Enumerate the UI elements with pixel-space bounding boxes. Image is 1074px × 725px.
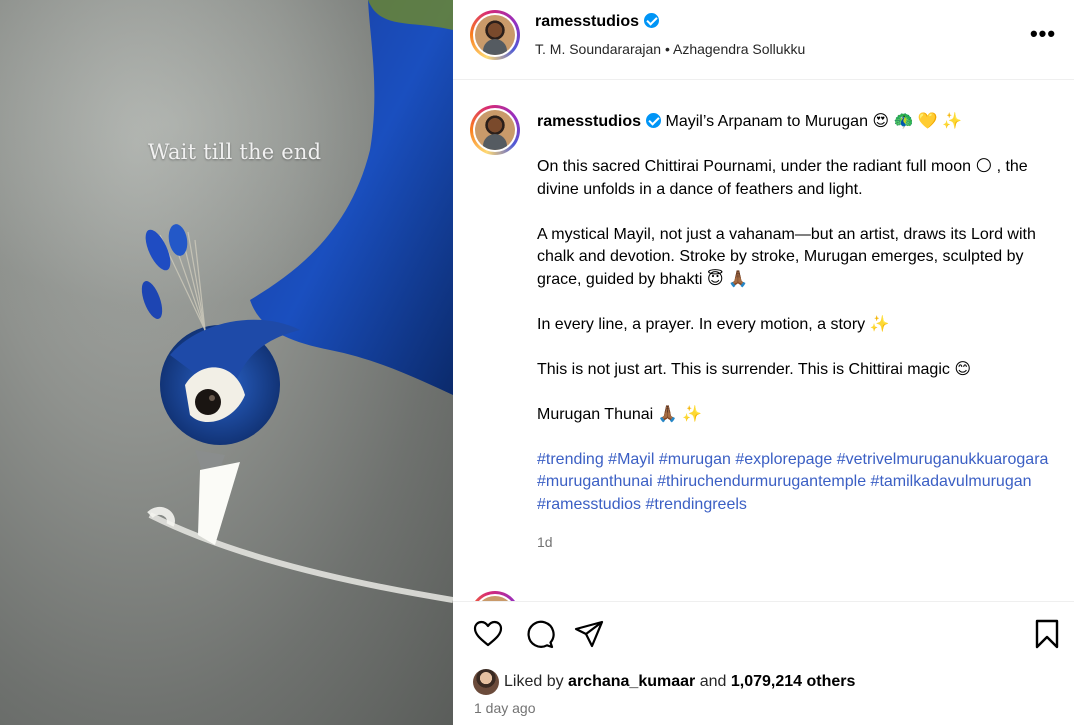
likes-count[interactable]: 1,079,214 others — [731, 673, 856, 690]
post-caption: ramesstudios Mayil’s Arpanam to Murugan … — [537, 111, 1057, 553]
hashtag-links[interactable]: #trending #Mayil #murugan #explorepage #… — [537, 451, 1048, 513]
author-username-row: ramesstudios — [535, 13, 660, 31]
author-avatar[interactable] — [470, 10, 520, 60]
next-comment-preview — [470, 591, 1070, 601]
audio-attribution[interactable]: T. M. Soundararajan • Azhagendra Sollukk… — [535, 41, 805, 57]
caption-paragraph: A mystical Mayil, not just a vahanam—but… — [537, 225, 1036, 288]
comment-icon[interactable] — [523, 618, 555, 650]
bookmark-icon[interactable] — [1031, 618, 1063, 650]
caption-paragraph: In every line, a prayer. In every motion… — [537, 315, 890, 333]
post-date[interactable]: 1 day ago — [474, 700, 536, 716]
caption-hashtags[interactable]: #trending #Mayil #murugan #explorepage #… — [537, 449, 1057, 517]
liker-username[interactable]: archana_kumaar — [568, 673, 695, 690]
caption-paragraph: Murugan Thunai 🙏🏾 ✨ — [537, 405, 702, 423]
verified-icon — [644, 13, 660, 28]
share-icon[interactable] — [573, 618, 605, 650]
caption-paragraph: This is not just art. This is surrender.… — [537, 360, 971, 378]
likes-and: and — [699, 673, 727, 690]
post-media[interactable]: Wait till the end — [0, 0, 453, 725]
peacock-illustration — [141, 0, 453, 603]
caption-relative-time: 1d — [537, 533, 553, 550]
post-header: ramesstudios T. M. Soundararajan • Azhag… — [453, 0, 1074, 80]
caption-username[interactable]: ramesstudios — [537, 113, 641, 130]
commenter-avatar[interactable] — [470, 591, 520, 601]
post-actions: Liked by archana_kumaar and 1,079,214 ot… — [453, 601, 1074, 725]
caption-paragraph: On this sacred Chittirai Pournami, under… — [537, 158, 1028, 198]
likes-prefix: Liked by — [504, 673, 564, 690]
heart-icon[interactable] — [472, 618, 504, 650]
more-icon[interactable]: ••• — [1029, 20, 1057, 48]
caption-area: ramesstudios Mayil’s Arpanam to Murugan … — [453, 81, 1074, 601]
caption-author-avatar[interactable] — [470, 105, 520, 155]
likes-text: Liked by archana_kumaar and 1,079,214 ot… — [504, 673, 855, 691]
avatar-image — [475, 15, 515, 55]
liker-avatar[interactable] — [473, 669, 499, 695]
verified-icon — [646, 113, 662, 128]
post-side-panel: ramesstudios T. M. Soundararajan • Azhag… — [453, 0, 1074, 725]
avatar-image — [475, 110, 515, 150]
author-username[interactable]: ramesstudios — [535, 13, 639, 30]
caption-title: Mayil’s Arpanam to Murugan 😍 🦚 💛 ✨ — [665, 113, 963, 130]
video-overlay-text: Wait till the end — [148, 140, 322, 164]
